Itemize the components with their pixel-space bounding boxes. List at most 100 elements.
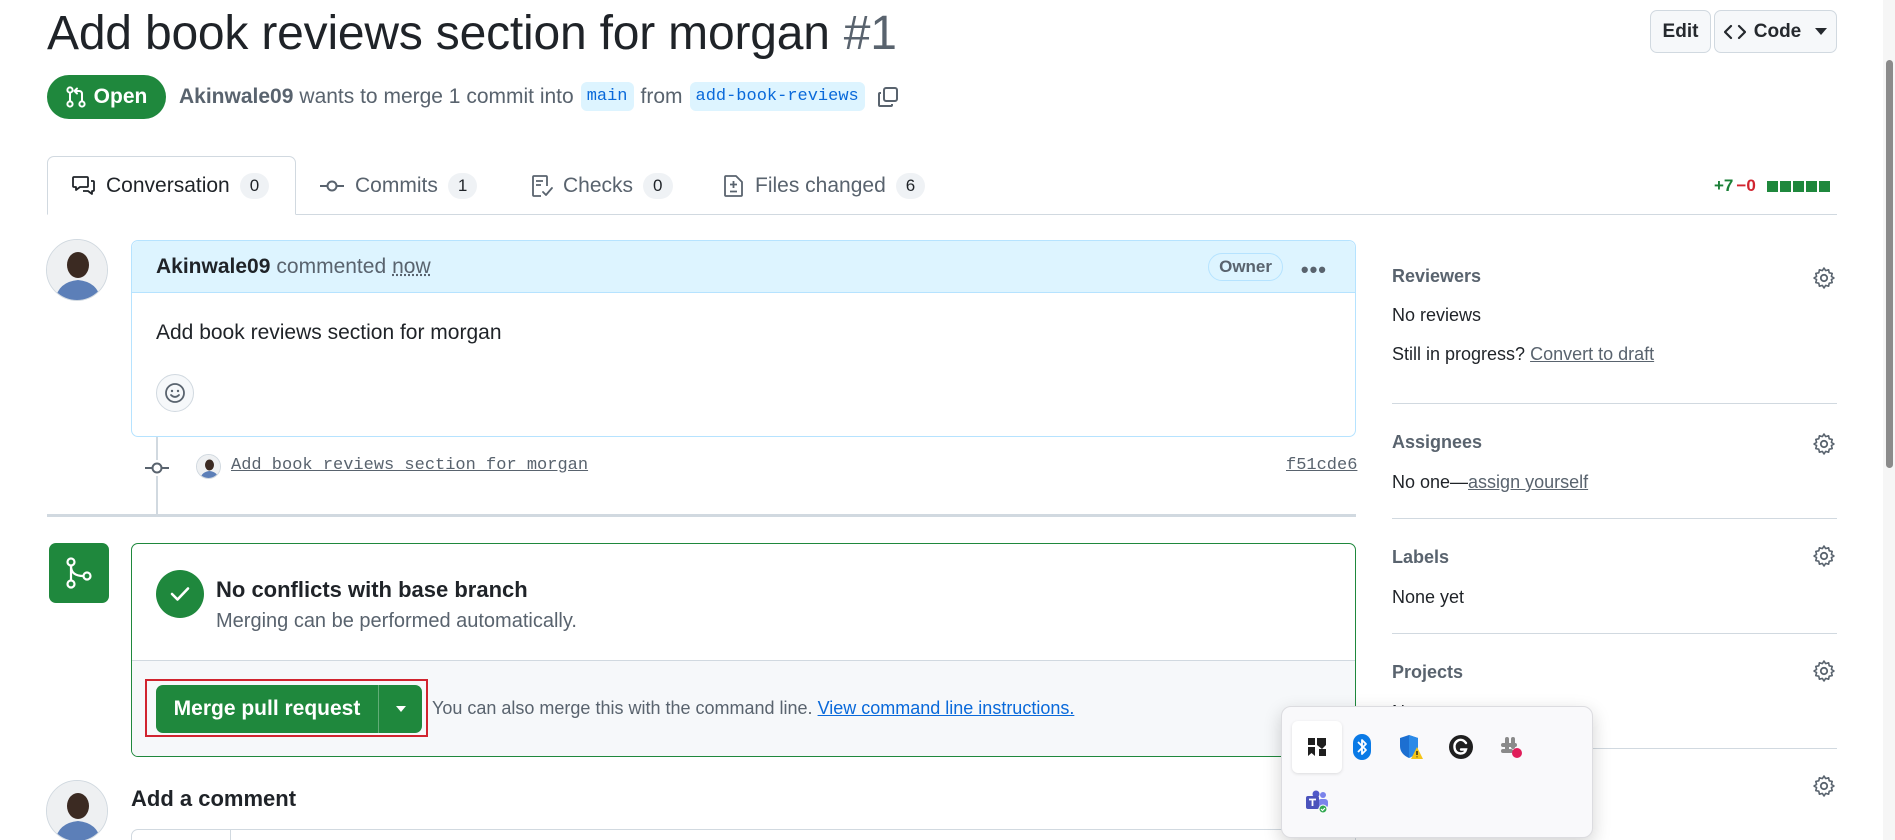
diffstat-bar [1766, 180, 1830, 192]
convert-to-draft-link[interactable]: Convert to draft [1530, 344, 1654, 364]
code-button-label: Code [1753, 20, 1802, 42]
reviewers-value: No reviews [1392, 305, 1482, 325]
check-circle-icon [156, 570, 204, 618]
add-comment-heading: Add a comment [131, 786, 297, 811]
gear-icon[interactable] [1812, 659, 1836, 683]
assign-yourself-link[interactable]: assign yourself [1468, 472, 1588, 492]
tab-conversation-label: Conversation [106, 173, 230, 197]
tab-commits[interactable]: Commits 1 [319, 156, 478, 215]
commit-author-avatar[interactable] [196, 454, 221, 479]
chevron-down-icon [395, 706, 406, 712]
comment-author[interactable]: Akinwale09 [156, 255, 270, 279]
merge-hint: You can also merge this with the command… [432, 698, 1074, 719]
chevron-down-icon [1815, 28, 1828, 35]
scrollbar-thumb[interactable] [1886, 60, 1893, 468]
security-warning-icon[interactable] [1386, 721, 1436, 773]
tab-files-changed-label: Files changed [755, 173, 886, 197]
commit-message-link[interactable]: Add book reviews section for morgan [231, 456, 588, 475]
add-reaction-button[interactable] [156, 374, 194, 412]
smiley-icon [165, 383, 185, 403]
merge-status-icon [49, 543, 109, 603]
assignees-heading[interactable]: Assignees [1392, 432, 1482, 453]
comment-header: Akinwale09 commented now Owner ••• [132, 241, 1355, 293]
grammarly-icon[interactable] [1436, 721, 1486, 773]
tab-commits-count: 1 [447, 172, 478, 199]
gear-icon[interactable] [1812, 774, 1836, 798]
gear-icon[interactable] [1812, 266, 1836, 290]
conversation-icon [72, 175, 95, 195]
draft-row: Still in progress? Convert to draft [1392, 344, 1654, 365]
slack-icon[interactable] [1486, 721, 1536, 773]
merge-description: wants to merge 1 commit into [299, 84, 574, 108]
commit-sha-link[interactable]: f51cde6 [1286, 456, 1357, 475]
base-branch[interactable]: main [580, 82, 634, 111]
merge-status-title: No conflicts with base branch [216, 577, 528, 602]
timeline-divider [47, 514, 1356, 517]
kebab-menu-icon[interactable]: ••• [1301, 257, 1327, 283]
code-button[interactable]: Code [1714, 10, 1837, 53]
editor-write-tab[interactable] [131, 829, 231, 840]
merge-footer: Merge pull request You can also merge th… [132, 660, 1355, 756]
bluetooth-icon[interactable] [1337, 721, 1387, 773]
commit-icon [320, 180, 344, 191]
comment-timestamp[interactable]: now [392, 255, 431, 279]
merge-hint-text: You can also merge this with the command… [432, 698, 813, 718]
tab-files-changed-count: 6 [895, 172, 926, 199]
sidebar-divider [1392, 403, 1837, 404]
labels-heading[interactable]: Labels [1392, 547, 1449, 568]
tab-commits-label: Commits [355, 173, 438, 197]
merge-button-label: Merge pull request [173, 697, 361, 720]
pr-number: #1 [843, 7, 897, 60]
head-branch[interactable]: add-book-reviews [689, 82, 865, 111]
commit-node-icon [145, 460, 169, 476]
projects-heading[interactable]: Projects [1392, 662, 1463, 683]
owner-badge: Owner [1208, 253, 1283, 281]
file-diff-icon [724, 174, 743, 197]
status-label: Open [93, 85, 148, 108]
command-line-instructions-link[interactable]: View command line instructions. [818, 698, 1075, 718]
diffstat-additions: +7 [1714, 176, 1734, 195]
code-icon [1723, 24, 1746, 39]
merge-pull-request-button[interactable]: Merge pull request [156, 685, 422, 733]
widget-icon[interactable] [1292, 721, 1342, 773]
from-word: from [640, 84, 683, 108]
comment-body: Add book reviews section for morgan [156, 321, 502, 344]
system-tray-popup [1281, 706, 1593, 838]
tab-conversation[interactable]: Conversation 0 [47, 156, 296, 215]
comment-editor[interactable] [131, 829, 1356, 840]
tab-files-changed[interactable]: Files changed 6 [723, 156, 926, 215]
copy-icon[interactable] [876, 85, 900, 109]
reviewers-heading[interactable]: Reviewers [1392, 266, 1481, 287]
pr-meta: Akinwale09 wants to merge 1 commit into … [179, 82, 900, 111]
diffstat-deletions: −0 [1736, 176, 1756, 195]
timeline-line [156, 437, 158, 515]
merge-box: No conflicts with base branch Merging ca… [131, 543, 1356, 757]
merge-status-subtitle: Merging can be performed automatically. [216, 610, 577, 632]
git-merge-icon [66, 557, 92, 589]
pull-request-icon [66, 86, 86, 108]
merge-options-dropdown[interactable] [379, 706, 422, 712]
teams-icon[interactable] [1292, 776, 1342, 828]
edit-button[interactable]: Edit [1650, 10, 1711, 53]
pr-title: Add book reviews section for morgan #1 [47, 6, 897, 61]
assignees-prefix: No one— [1392, 472, 1469, 492]
gear-icon[interactable] [1812, 544, 1836, 568]
pr-author-link[interactable]: Akinwale09 [179, 85, 293, 109]
diffstat[interactable]: +7 −0 [1714, 176, 1830, 196]
comment-card: Akinwale09 commented now Owner ••• Add b… [131, 240, 1356, 437]
tab-checks-label: Checks [563, 173, 634, 197]
comment-action: commented [276, 254, 387, 278]
avatar[interactable] [46, 239, 108, 301]
status-badge: Open [47, 75, 166, 119]
sidebar-divider [1392, 518, 1837, 519]
pr-title-text: Add book reviews section for morgan [47, 7, 830, 60]
draft-prefix: Still in progress? [1392, 344, 1526, 364]
tab-bar-divider [47, 214, 1837, 215]
tab-checks-count: 0 [643, 172, 673, 199]
edit-button-label: Edit [1662, 20, 1699, 42]
tab-checks[interactable]: Checks 0 [531, 156, 673, 215]
current-user-avatar[interactable] [46, 780, 108, 840]
gear-icon[interactable] [1812, 432, 1836, 456]
labels-value: None yet [1392, 587, 1465, 607]
tab-conversation-count: 0 [239, 172, 270, 199]
